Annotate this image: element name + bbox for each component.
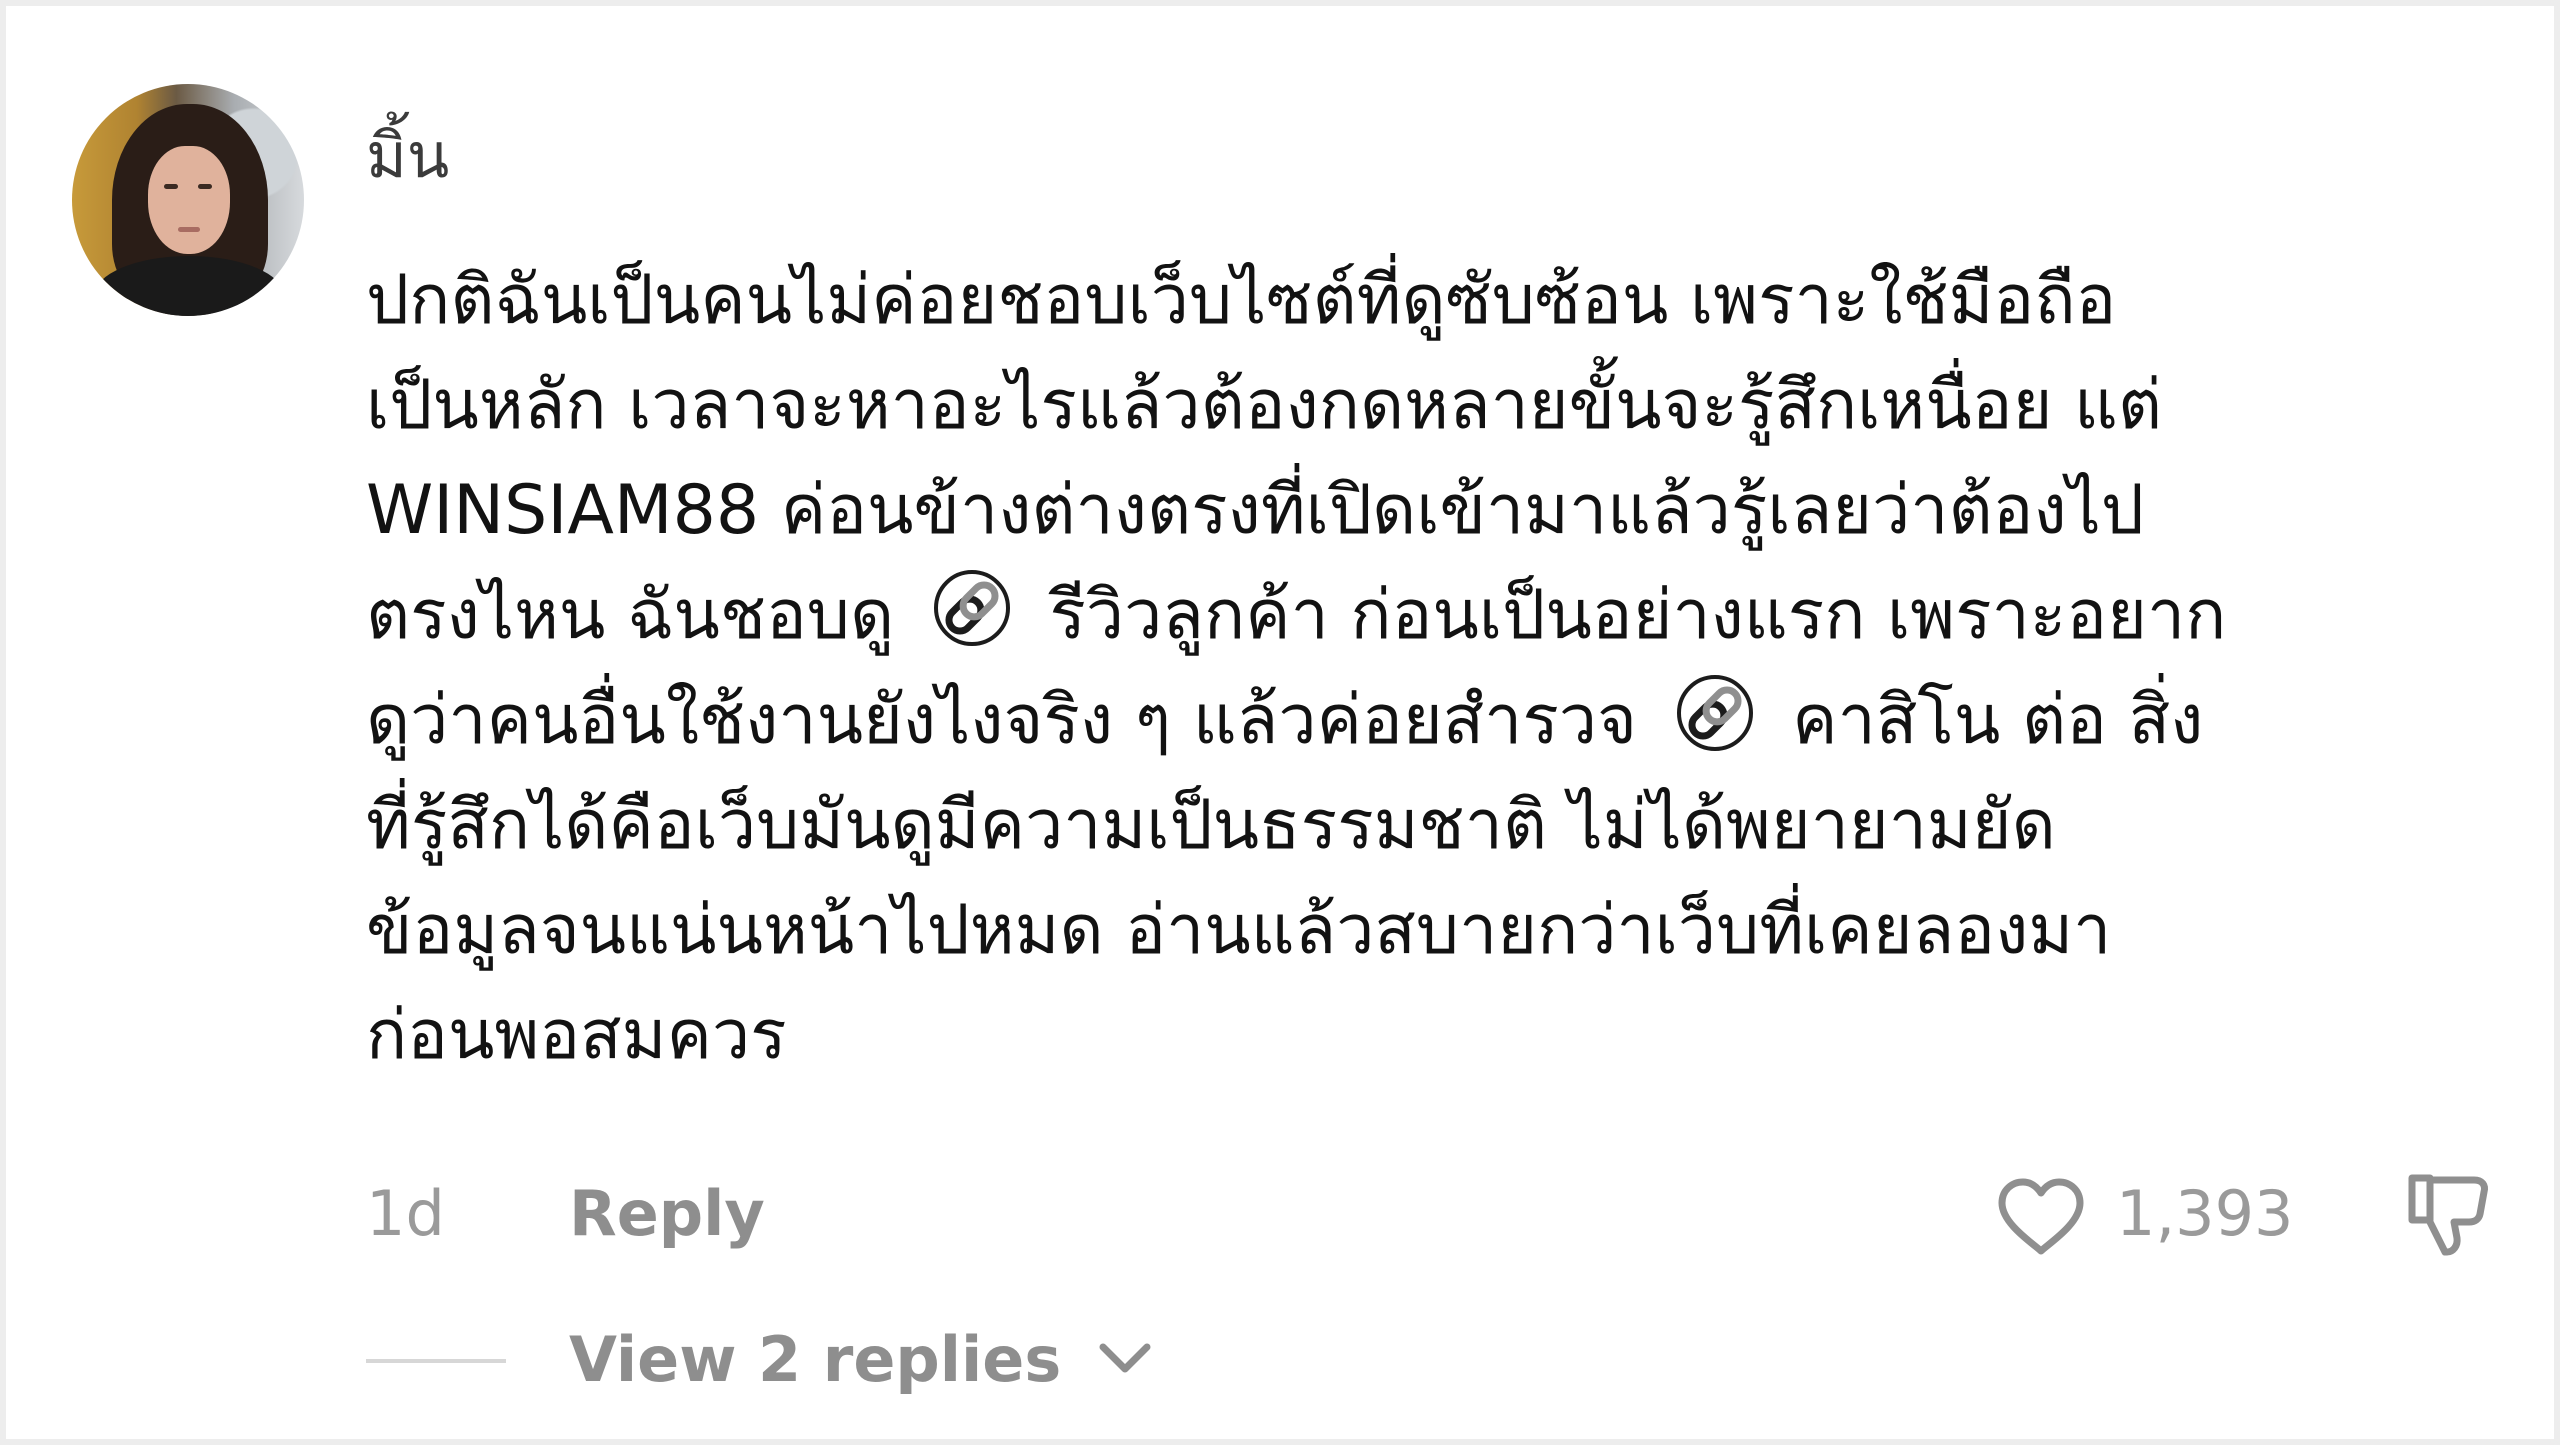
comment-line: เป็นหลัก เวลาจะหาอะไรแล้วต้องกดหลายขั้นจ… [366, 366, 2163, 445]
reply-button[interactable]: Reply [569, 1174, 765, 1254]
user-avatar[interactable] [72, 84, 304, 316]
comment-body: ปกติฉันเป็นคนไม่ค่อยชอบเว็บไซต์ที่ดูซับซ… [366, 248, 2526, 1088]
comment-line: ปกติฉันเป็นคนไม่ค่อยชอบเว็บไซต์ที่ดูซับซ… [366, 261, 2117, 340]
comment-line: ตรงไหน ฉันชอบดู รีวิวลูกค้า ก่อนเป็นอย่า… [366, 563, 2526, 668]
comment-timestamp: 1d [366, 1177, 445, 1250]
comment-text-segment: ตรงไหน ฉันชอบดู [366, 576, 895, 655]
comment-text-segment: รีวิวลูกค้า ก่อนเป็นอย่างแรก เพราะอยาก [1049, 576, 2227, 655]
comment-line: WINSIAM88 ค่อนข้างต่างตรงที่เปิดเข้ามาแล… [366, 471, 2145, 550]
replies-divider [366, 1359, 506, 1363]
heart-icon[interactable] [1996, 1178, 2086, 1258]
comment-line: ก่อนพอสมควร [366, 996, 787, 1075]
like-count: 1,393 [2116, 1177, 2294, 1250]
comment-line: ข้อมูลจนแน่นหน้าไปหมด อ่านแล้วสบายกว่าเว… [366, 891, 2112, 970]
author-name[interactable]: มิ้น [366, 118, 449, 194]
comment-text-segment: คาสิโน ต่อ สิ่ง [1792, 681, 2204, 760]
view-replies-label: View 2 replies [569, 1323, 1062, 1396]
link-icon[interactable] [924, 568, 1020, 648]
comment-line: ที่รู้สึกได้คือเว็บมันดูมีความเป็นธรรมชา… [366, 786, 2056, 865]
comment-text-segment: ดูว่าคนอื่นใช้งานยังไงจริง ๆ แล้วค่อยสำร… [366, 681, 1637, 760]
thumbs-down-icon[interactable] [2402, 1168, 2494, 1260]
link-icon[interactable] [1667, 673, 1763, 753]
comment-card: มิ้น ปกติฉันเป็นคนไม่ค่อยชอบเว็บไซต์ที่ด… [0, 0, 2560, 1445]
chevron-down-icon [1099, 1343, 1151, 1373]
comment-line: ดูว่าคนอื่นใช้งานยังไงจริง ๆ แล้วค่อยสำร… [366, 668, 2526, 773]
view-replies-button[interactable]: View 2 replies [569, 1320, 1153, 1400]
